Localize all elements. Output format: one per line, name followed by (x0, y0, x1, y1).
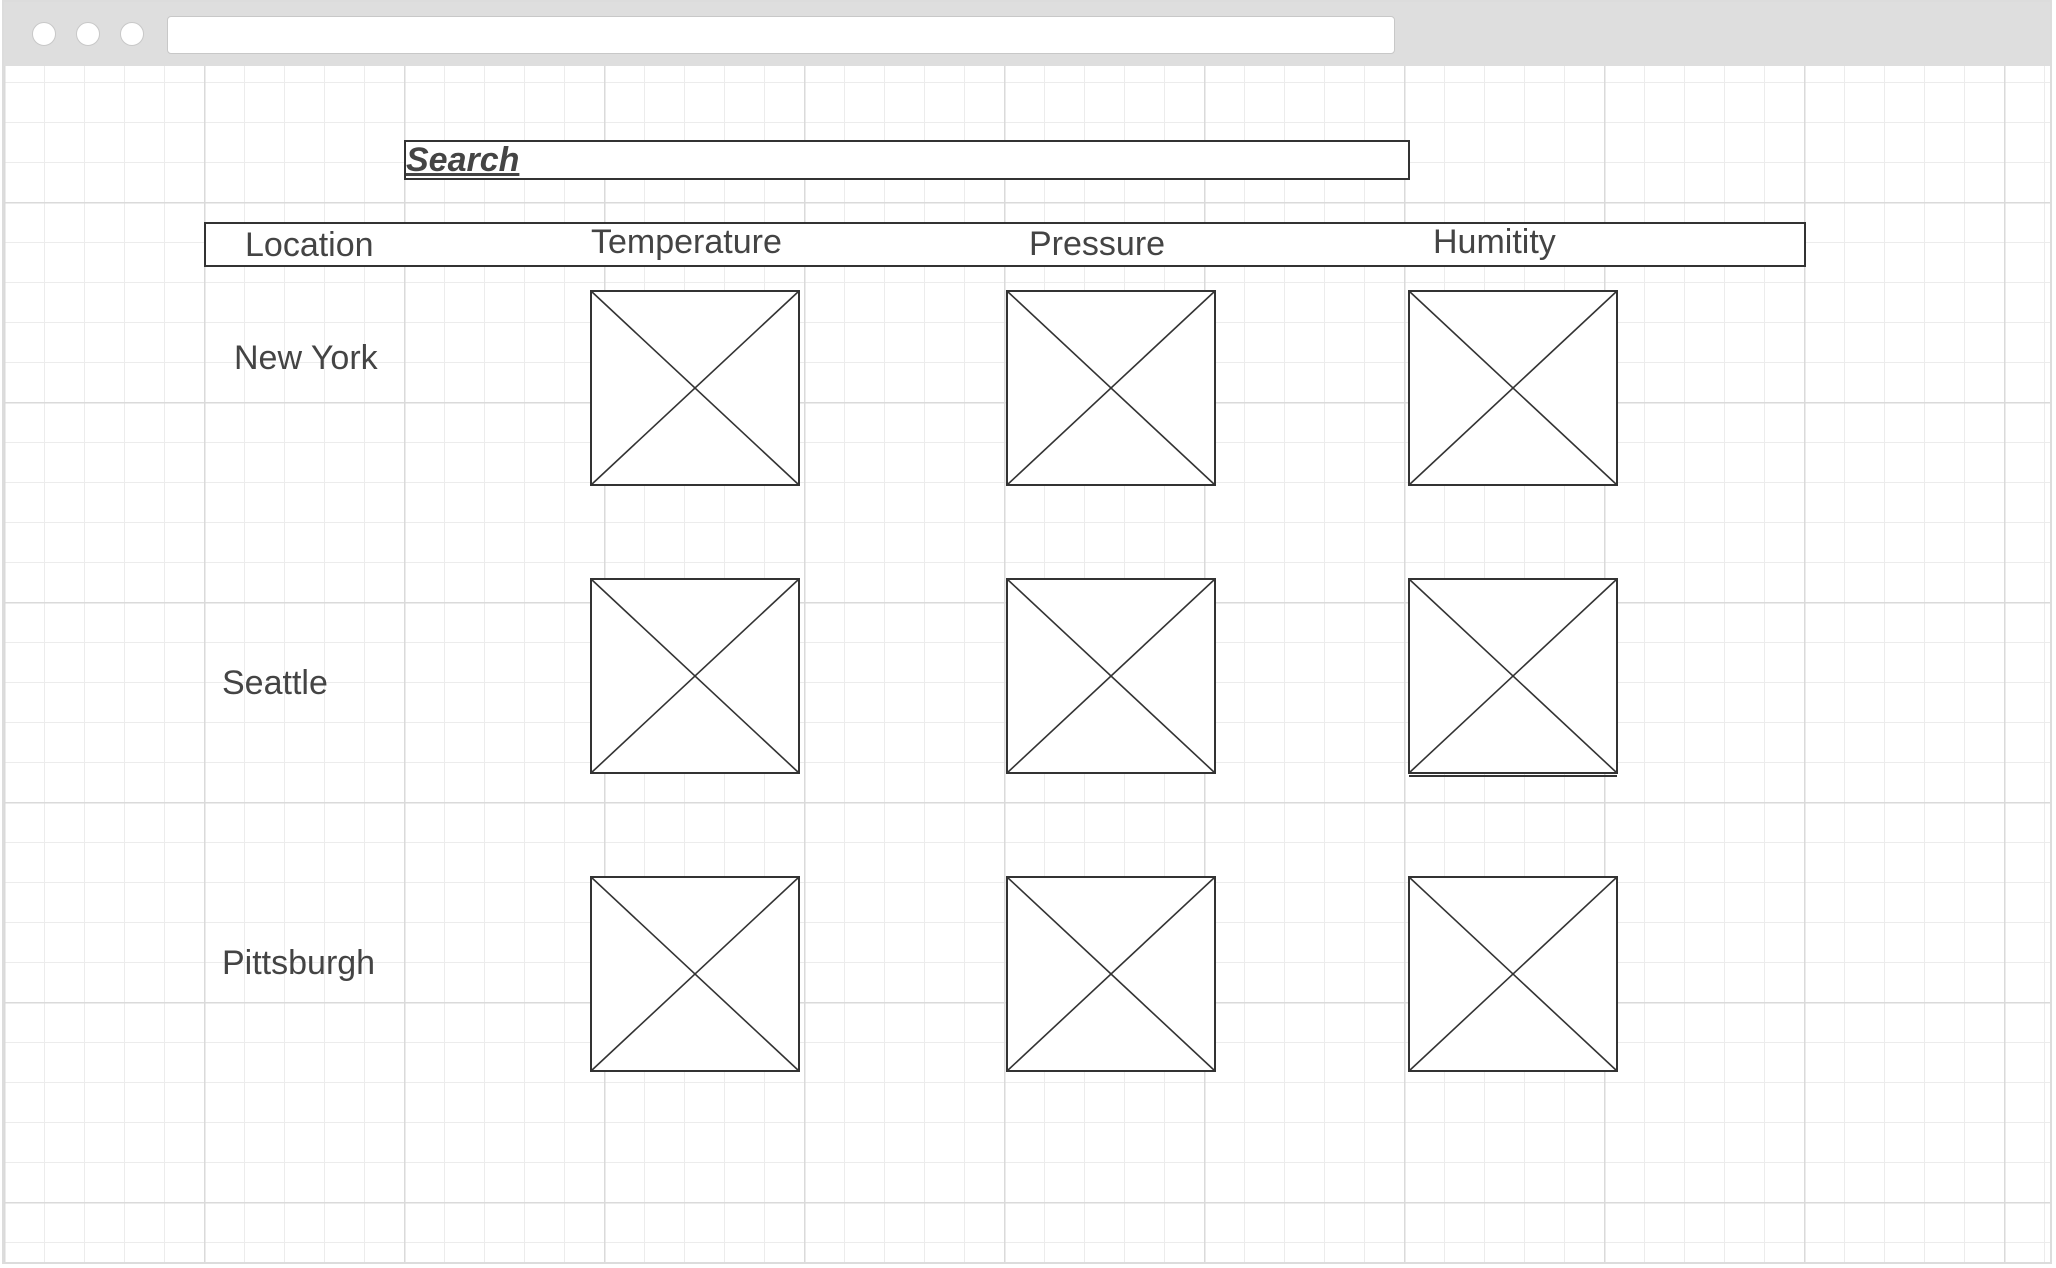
image-placeholder-icon (1006, 578, 1216, 774)
minimize-window-button[interactable] (76, 22, 100, 46)
image-placeholder-icon (1006, 290, 1216, 486)
browser-window: Search Location Temperature Pressure Hum… (2, 0, 2052, 1264)
table-header: Location Temperature Pressure Humitity (204, 222, 1806, 267)
location-label-seattle: Seattle (222, 664, 328, 702)
column-header-pressure: Pressure (1029, 225, 1166, 263)
column-header-location: Location (245, 226, 374, 264)
image-placeholder-icon (590, 578, 800, 774)
location-label-pittsburgh: Pittsburgh (222, 944, 376, 982)
address-bar[interactable] (167, 16, 1395, 54)
maximize-window-button[interactable] (120, 22, 144, 46)
image-placeholder-icon (1408, 578, 1618, 778)
image-placeholder-icon (1408, 290, 1618, 486)
image-placeholder-icon (590, 876, 800, 1072)
column-header-humitity: Humitity (1433, 223, 1556, 261)
image-placeholder-icon (590, 290, 800, 486)
column-header-temperature: Temperature (591, 223, 782, 261)
search-input[interactable]: Search (404, 140, 1410, 180)
location-label-new-york: New York (234, 339, 378, 377)
image-placeholder-icon (1408, 876, 1618, 1072)
image-placeholder-icon (1006, 876, 1216, 1072)
wireframe-canvas: Search Location Temperature Pressure Hum… (4, 66, 2050, 1262)
browser-titlebar (4, 2, 2050, 66)
search-label: Search (406, 141, 520, 179)
close-window-button[interactable] (32, 22, 56, 46)
